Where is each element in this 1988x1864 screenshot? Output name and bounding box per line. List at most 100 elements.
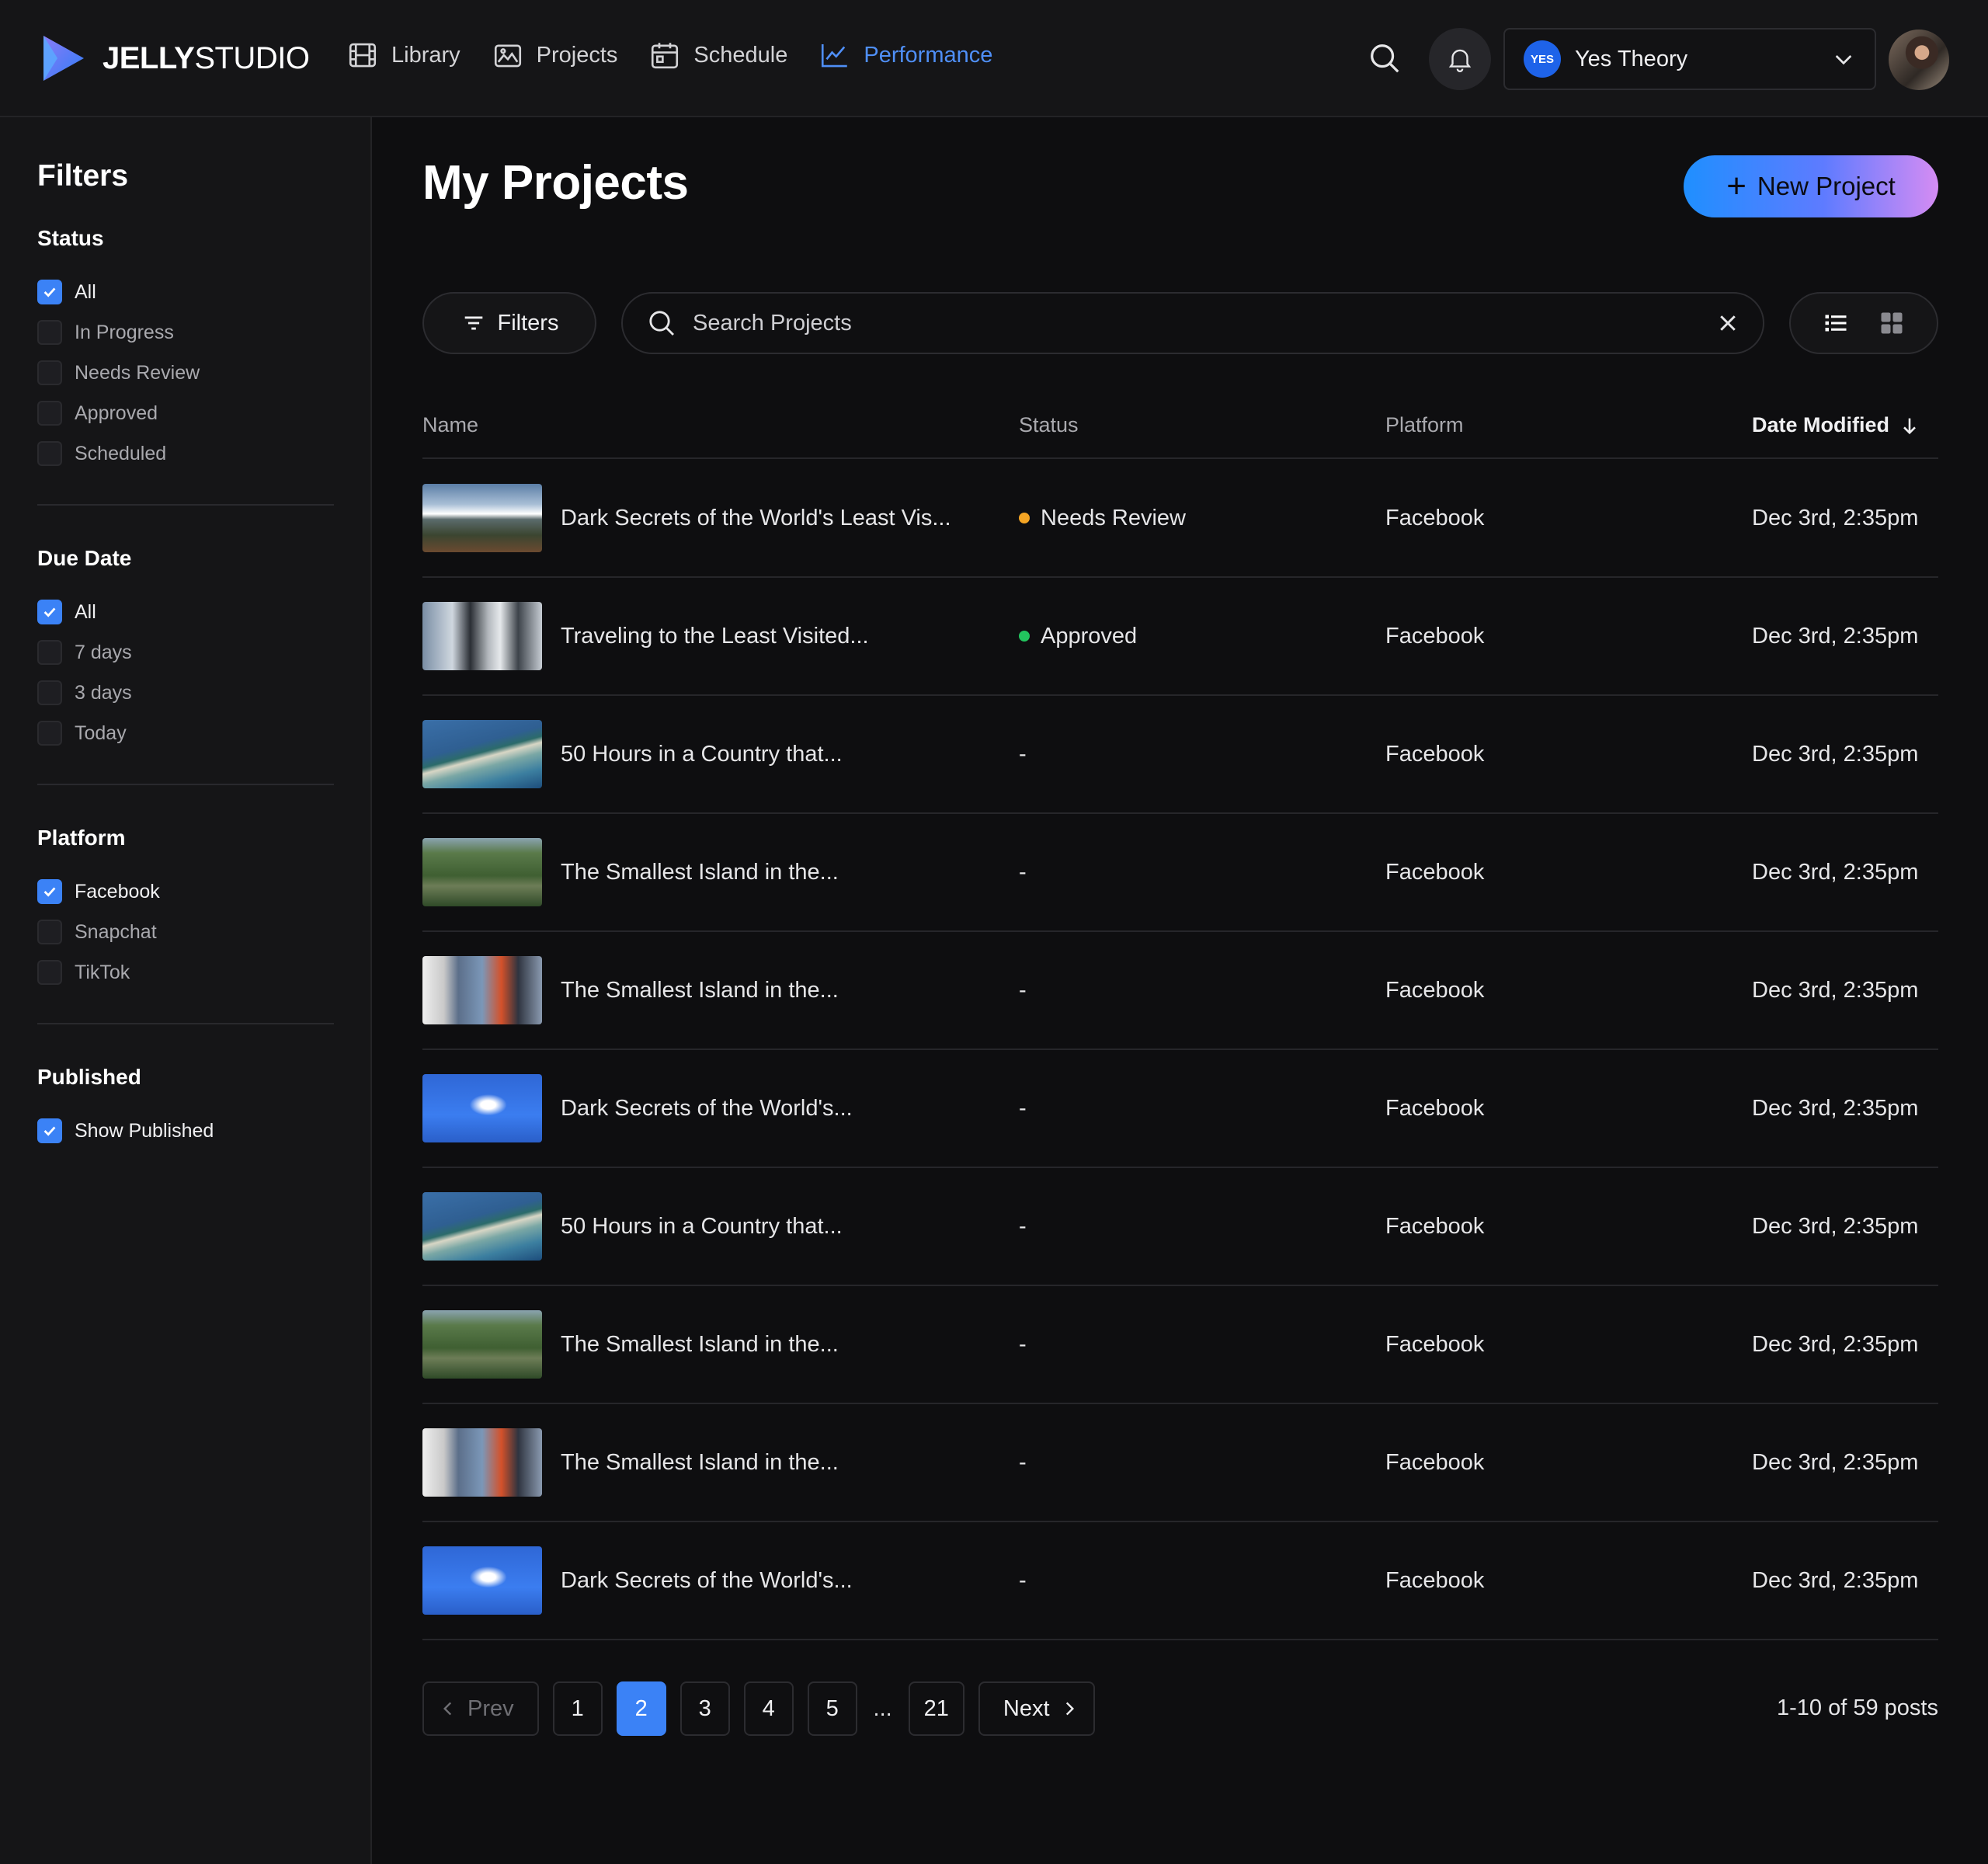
status-label: Needs Review <box>1041 505 1186 530</box>
table-row[interactable]: The Smallest Island in the... - Facebook… <box>422 1286 1938 1403</box>
brand-logo[interactable]: JELLYSTUDIO <box>39 33 310 84</box>
platform-option-snapchat[interactable]: Snapchat <box>37 920 157 944</box>
checkbox[interactable] <box>37 680 62 705</box>
project-platform: Facebook <box>1385 1567 1485 1593</box>
table-row[interactable]: Traveling to the Least Visited... Approv… <box>422 578 1938 694</box>
nav-projects-label: Projects <box>536 42 618 68</box>
close-icon[interactable] <box>1716 311 1740 335</box>
checkbox-checked[interactable] <box>37 1118 62 1143</box>
status-option-scheduled[interactable]: Scheduled <box>37 441 166 466</box>
project-date: Dec 3rd, 2:35pm <box>1752 741 1919 767</box>
filter-lines-icon <box>464 316 482 330</box>
nav-projects[interactable]: Projects <box>492 39 618 71</box>
chevron-left-icon <box>443 1702 452 1716</box>
status-option-in-progress[interactable]: In Progress <box>37 320 174 345</box>
status-option-approved[interactable]: Approved <box>37 401 158 426</box>
checkbox-checked[interactable] <box>37 879 62 904</box>
due-option-all[interactable]: All <box>37 600 96 624</box>
checkbox[interactable] <box>37 441 62 466</box>
table-row[interactable]: The Smallest Island in the... - Facebook… <box>422 814 1938 930</box>
checkbox[interactable] <box>37 320 62 345</box>
project-status: - <box>1019 1567 1027 1593</box>
new-project-button[interactable]: + New Project <box>1684 155 1938 217</box>
platform-option-tiktok[interactable]: TikTok <box>37 960 130 985</box>
account-badge: YES <box>1524 40 1561 78</box>
project-date: Dec 3rd, 2:35pm <box>1752 505 1919 530</box>
column-header-name[interactable]: Name <box>422 413 478 437</box>
page-button-5[interactable]: 5 <box>807 1681 857 1736</box>
page-button-4[interactable]: 4 <box>743 1681 794 1736</box>
project-name: 50 Hours in a Country that... <box>561 741 843 767</box>
table-row[interactable]: 50 Hours in a Country that... - Facebook… <box>422 1168 1938 1285</box>
project-platform: Facebook <box>1385 977 1485 1003</box>
main-nav: Library Projects Schedule Performance <box>346 39 1024 71</box>
checkbox[interactable] <box>37 360 62 385</box>
nav-schedule[interactable]: Schedule <box>648 39 787 71</box>
checkbox[interactable] <box>37 960 62 985</box>
project-name: Dark Secrets of the World's Least Vis... <box>561 505 951 530</box>
due-option-7-days[interactable]: 7 days <box>37 640 132 665</box>
next-label: Next <box>1003 1695 1050 1721</box>
column-header-date-modified[interactable]: Date Modified <box>1752 413 1920 437</box>
user-avatar[interactable] <box>1889 30 1949 90</box>
checkbox[interactable] <box>37 920 62 944</box>
checkbox-checked[interactable] <box>37 600 62 624</box>
check-icon <box>43 1126 56 1136</box>
due-option-3-days[interactable]: 3 days <box>37 680 132 705</box>
checkbox[interactable] <box>37 721 62 746</box>
play-logo-icon <box>43 36 84 81</box>
search-input[interactable] <box>693 310 1716 336</box>
project-date: Dec 3rd, 2:35pm <box>1752 859 1919 885</box>
table-row[interactable]: The Smallest Island in the... - Facebook… <box>422 932 1938 1048</box>
next-page-button[interactable]: Next <box>978 1681 1095 1736</box>
arrow-down-icon <box>1903 418 1916 434</box>
platform-option-facebook[interactable]: Facebook <box>37 879 160 904</box>
project-thumbnail <box>422 720 542 788</box>
page-button-3[interactable]: 3 <box>679 1681 730 1736</box>
table-row[interactable]: Dark Secrets of the World's... - Faceboo… <box>422 1522 1938 1639</box>
page-button-21[interactable]: 21 <box>908 1681 964 1736</box>
search-icon[interactable] <box>1367 40 1402 76</box>
project-platform: Facebook <box>1385 1449 1485 1475</box>
nav-performance[interactable]: Performance <box>818 39 992 71</box>
status-option-all[interactable]: All <box>37 280 96 304</box>
option-label: Today <box>75 722 127 744</box>
table-row[interactable]: 50 Hours in a Country that... - Facebook… <box>422 696 1938 812</box>
table-row[interactable]: Dark Secrets of the World's Least Vis...… <box>422 460 1938 576</box>
project-name: The Smallest Island in the... <box>561 1449 839 1475</box>
prev-page-button[interactable]: Prev <box>422 1681 539 1736</box>
checkbox-checked[interactable] <box>37 280 62 304</box>
project-status: Approved <box>1019 578 1137 694</box>
table-row[interactable]: The Smallest Island in the... - Facebook… <box>422 1404 1938 1521</box>
published-option-show[interactable]: Show Published <box>37 1118 214 1143</box>
nav-library[interactable]: Library <box>346 39 461 71</box>
option-label: Show Published <box>75 1119 214 1142</box>
option-label: Scheduled <box>75 442 167 464</box>
page-button-2[interactable]: 2 <box>616 1681 666 1736</box>
column-header-status[interactable]: Status <box>1019 413 1079 437</box>
project-thumbnail <box>422 1310 542 1379</box>
notifications-button[interactable] <box>1429 28 1491 90</box>
nav-performance-label: Performance <box>864 42 993 68</box>
view-toggle <box>1789 292 1938 354</box>
page-button-1[interactable]: 1 <box>552 1681 603 1736</box>
project-platform: Facebook <box>1385 1213 1485 1239</box>
column-header-platform[interactable]: Platform <box>1385 413 1464 437</box>
project-name: The Smallest Island in the... <box>561 977 839 1003</box>
project-thumbnail <box>422 1074 542 1142</box>
table-row[interactable]: Dark Secrets of the World's... - Faceboo… <box>422 1050 1938 1167</box>
checkbox[interactable] <box>37 401 62 426</box>
project-thumbnail <box>422 1546 542 1615</box>
project-platform: Facebook <box>1385 1095 1485 1121</box>
prev-label: Prev <box>467 1695 514 1721</box>
status-label: Approved <box>1041 623 1138 649</box>
search-projects-field[interactable] <box>621 292 1764 354</box>
checkbox[interactable] <box>37 640 62 665</box>
account-switcher[interactable]: YES Yes Theory <box>1503 28 1876 90</box>
list-view-icon[interactable] <box>1822 309 1850 337</box>
due-option-today[interactable]: Today <box>37 721 127 746</box>
table-divider <box>422 1639 1938 1640</box>
filters-button[interactable]: Filters <box>422 292 596 354</box>
status-option-needs-review[interactable]: Needs Review <box>37 360 200 385</box>
grid-view-icon[interactable] <box>1878 309 1906 337</box>
